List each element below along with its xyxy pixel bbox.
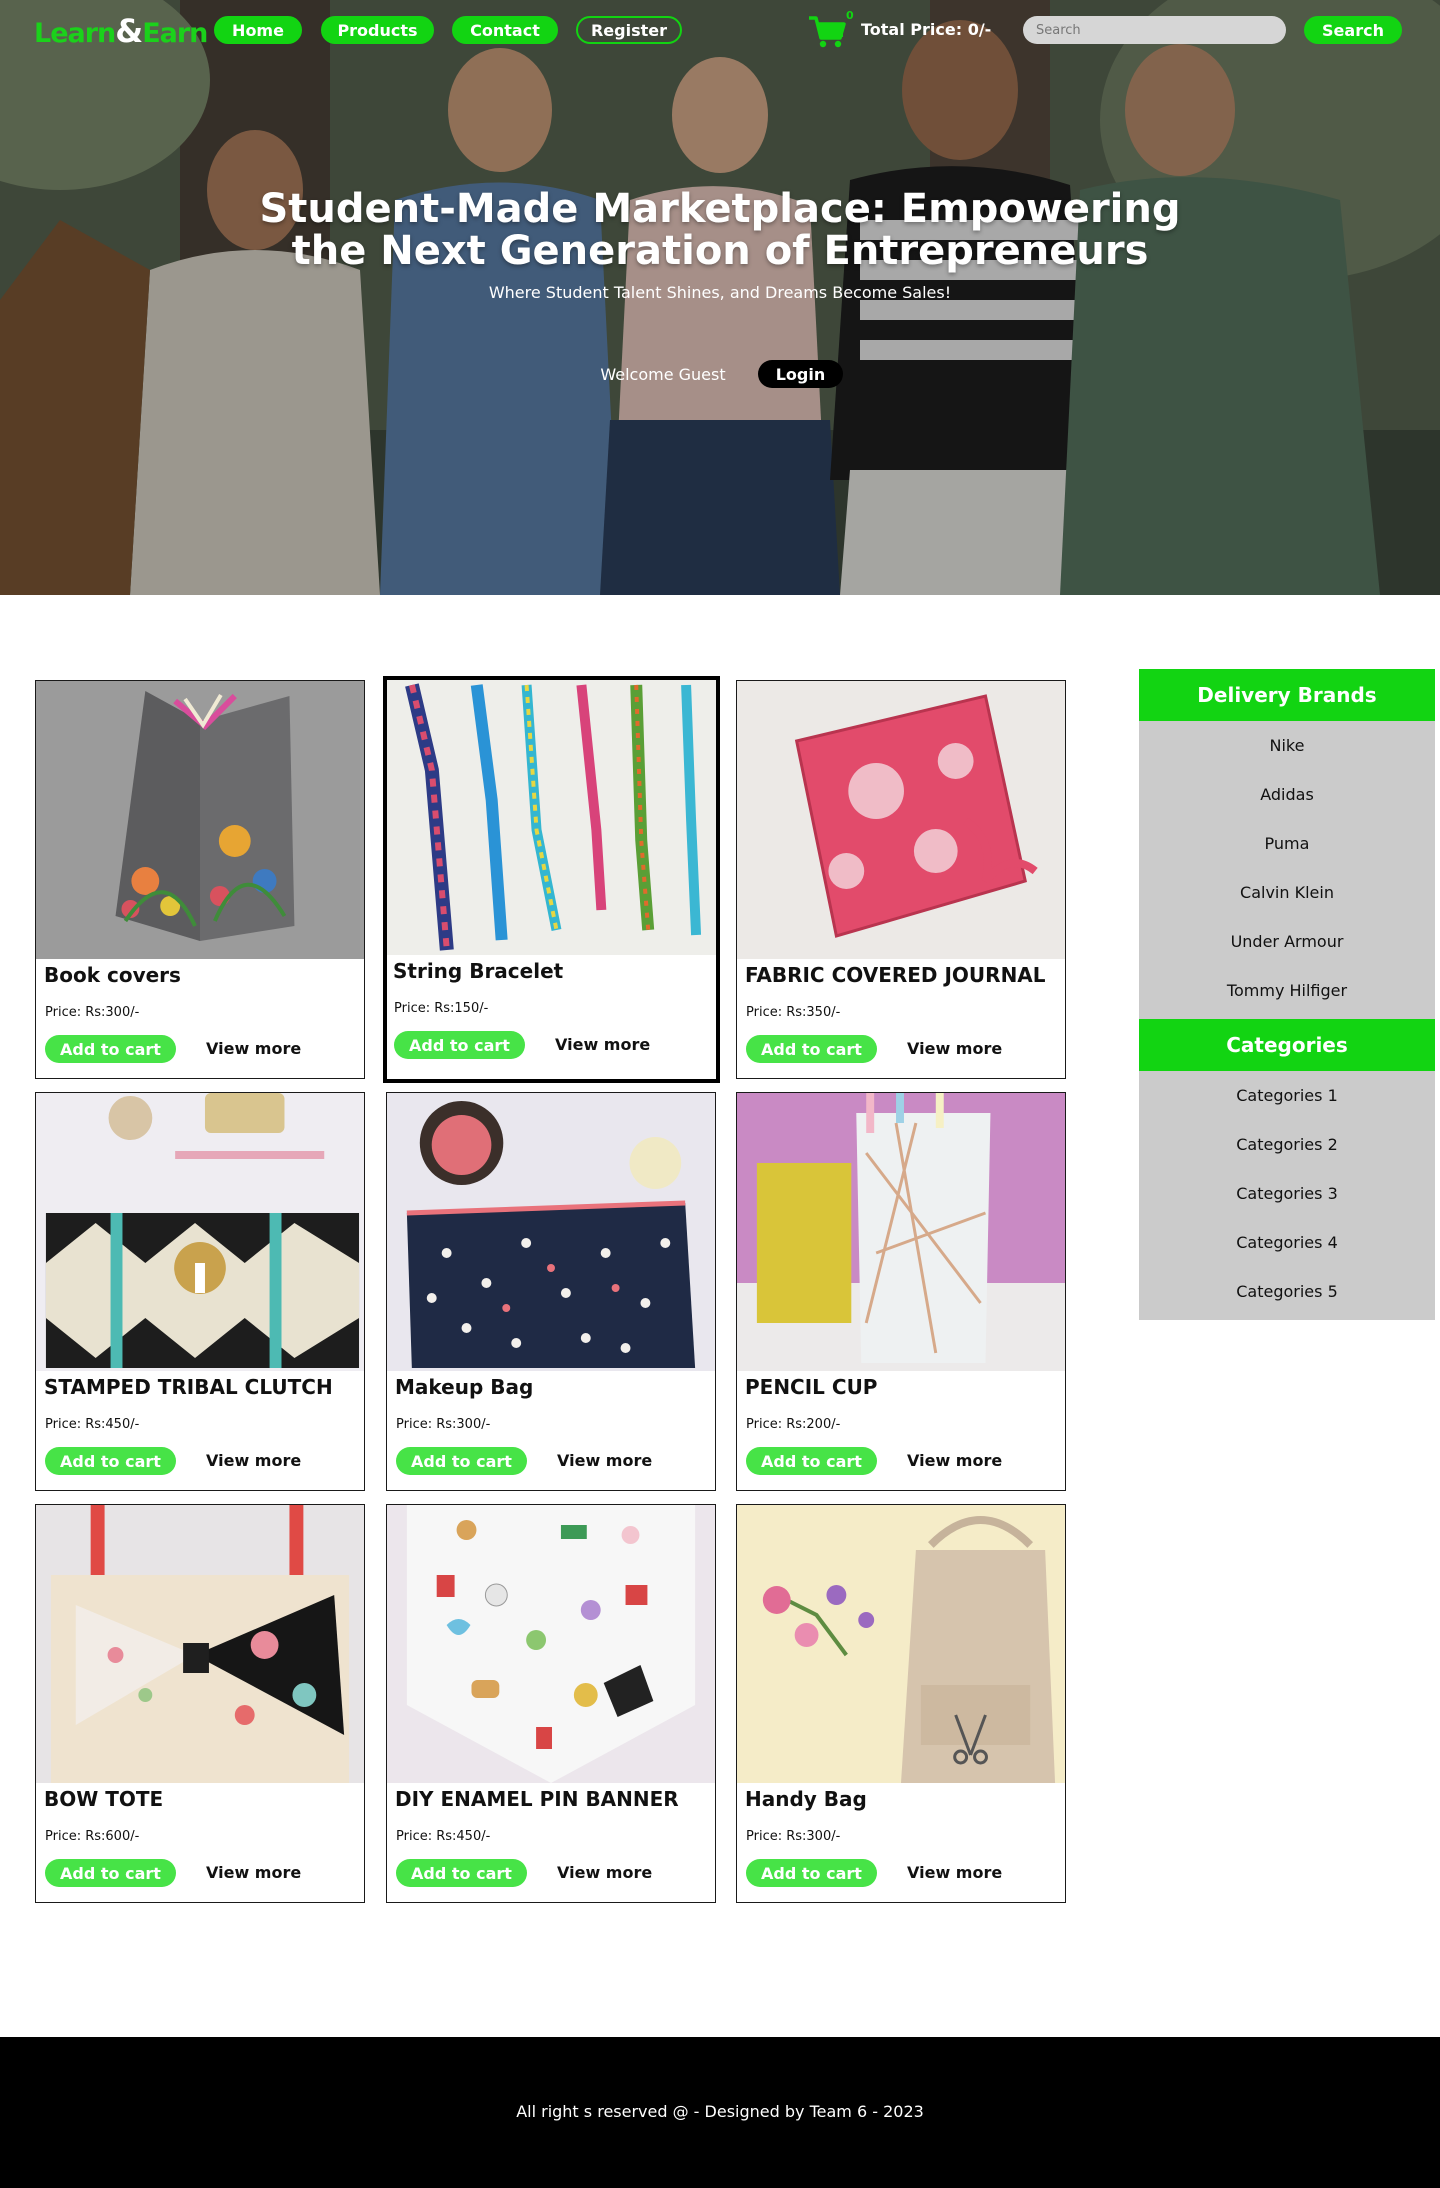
view-more-link[interactable]: View more: [206, 1451, 301, 1470]
product-name: STAMPED TRIBAL CLUTCH: [44, 1375, 333, 1399]
brand-item[interactable]: Adidas: [1139, 770, 1435, 819]
product-price: Price: Rs:450/-: [45, 1417, 140, 1432]
view-more-link[interactable]: View more: [907, 1451, 1002, 1470]
delivery-brands-list: Nike Adidas Puma Calvin Klein Under Armo…: [1139, 721, 1435, 1019]
product-image-book-covers[interactable]: [36, 681, 364, 959]
login-button[interactable]: Login: [758, 360, 843, 388]
product-card[interactable]: BOW TOTE Price: Rs:600/- Add to cart Vie…: [35, 1504, 365, 1903]
hero-headline: Student-Made Marketplace: Empowering the…: [259, 186, 1181, 274]
product-image-makeup-bag[interactable]: [387, 1093, 715, 1371]
categories-list: Categories 1 Categories 2 Categories 3 C…: [1139, 1071, 1435, 1320]
product-image-fabric-journal[interactable]: [737, 681, 1065, 959]
nav-register-button[interactable]: Register: [576, 16, 682, 44]
product-image-bow-tote[interactable]: [36, 1505, 364, 1783]
product-price: Price: Rs:450/-: [396, 1829, 491, 1844]
categories-heading: Categories: [1139, 1019, 1435, 1071]
footer-copyright: All right s reserved @ - Designed by Tea…: [516, 2102, 924, 2121]
product-image-enamel-pin-banner[interactable]: [387, 1505, 715, 1783]
product-name: Handy Bag: [745, 1787, 867, 1811]
product-price: Price: Rs:150/-: [394, 1001, 489, 1016]
product-name: Book covers: [44, 963, 181, 987]
category-item[interactable]: Categories 4: [1139, 1218, 1435, 1267]
product-image-handy-bag[interactable]: [737, 1505, 1065, 1783]
product-image-pencil-cup[interactable]: [737, 1093, 1065, 1371]
product-name: FABRIC COVERED JOURNAL: [745, 963, 1046, 987]
add-to-cart-button[interactable]: Add to cart: [746, 1859, 877, 1887]
product-name: BOW TOTE: [44, 1787, 164, 1811]
add-to-cart-button[interactable]: Add to cart: [396, 1859, 527, 1887]
hero-tagline: Where Student Talent Shines, and Dreams …: [488, 283, 952, 302]
search-button[interactable]: Search: [1304, 16, 1402, 44]
product-price: Price: Rs:350/-: [746, 1005, 841, 1020]
product-card[interactable]: DIY ENAMEL PIN BANNER Price: Rs:450/- Ad…: [386, 1504, 716, 1903]
product-price: Price: Rs:300/-: [396, 1417, 491, 1432]
category-item[interactable]: Categories 1: [1139, 1071, 1435, 1120]
add-to-cart-button[interactable]: Add to cart: [746, 1447, 877, 1475]
product-price: Price: Rs:300/-: [746, 1829, 841, 1844]
view-more-link[interactable]: View more: [206, 1863, 301, 1882]
product-card[interactable]: PENCIL CUP Price: Rs:200/- Add to cart V…: [736, 1092, 1066, 1491]
product-card[interactable]: Makeup Bag Price: Rs:300/- Add to cart V…: [386, 1092, 716, 1491]
add-to-cart-button[interactable]: Add to cart: [394, 1031, 525, 1059]
product-price: Price: Rs:200/-: [746, 1417, 841, 1432]
brand-item[interactable]: Puma: [1139, 819, 1435, 868]
product-card[interactable]: FABRIC COVERED JOURNAL Price: Rs:350/- A…: [736, 680, 1066, 1079]
view-more-link[interactable]: View more: [555, 1035, 650, 1054]
add-to-cart-button[interactable]: Add to cart: [45, 1859, 176, 1887]
add-to-cart-button[interactable]: Add to cart: [396, 1447, 527, 1475]
view-more-link[interactable]: View more: [206, 1039, 301, 1058]
cart-icon[interactable]: [807, 14, 847, 50]
add-to-cart-button[interactable]: Add to cart: [45, 1447, 176, 1475]
cart-count-badge: 0: [846, 9, 854, 22]
total-price: Total Price: 0/-: [861, 20, 992, 39]
add-to-cart-button[interactable]: Add to cart: [746, 1035, 877, 1063]
delivery-brands-heading: Delivery Brands: [1139, 669, 1435, 721]
product-name: PENCIL CUP: [745, 1375, 878, 1399]
category-item[interactable]: Categories 2: [1139, 1120, 1435, 1169]
view-more-link[interactable]: View more: [907, 1039, 1002, 1058]
add-to-cart-button[interactable]: Add to cart: [45, 1035, 176, 1063]
product-name: String Bracelet: [393, 959, 564, 983]
category-item[interactable]: Categories 3: [1139, 1169, 1435, 1218]
brand-logo[interactable]: Learn&Earn: [34, 12, 208, 50]
welcome-text: Welcome Guest: [600, 365, 726, 384]
product-price: Price: Rs:300/-: [45, 1005, 140, 1020]
product-name: Makeup Bag: [395, 1375, 534, 1399]
product-image-tribal-clutch[interactable]: [36, 1093, 364, 1371]
product-name: DIY ENAMEL PIN BANNER: [395, 1787, 679, 1811]
product-card[interactable]: String Bracelet Price: Rs:150/- Add to c…: [383, 676, 720, 1083]
product-card[interactable]: STAMPED TRIBAL CLUTCH Price: Rs:450/- Ad…: [35, 1092, 365, 1491]
product-price: Price: Rs:600/-: [45, 1829, 140, 1844]
nav-products-button[interactable]: Products: [321, 16, 434, 44]
brand-item[interactable]: Tommy Hilfiger: [1139, 966, 1435, 1015]
category-item[interactable]: Categories 5: [1139, 1267, 1435, 1316]
product-card[interactable]: Book covers Price: Rs:300/- Add to cart …: [35, 680, 365, 1079]
brand-item[interactable]: Under Armour: [1139, 917, 1435, 966]
brand-item[interactable]: Nike: [1139, 721, 1435, 770]
view-more-link[interactable]: View more: [557, 1863, 652, 1882]
view-more-link[interactable]: View more: [907, 1863, 1002, 1882]
nav-contact-button[interactable]: Contact: [452, 16, 558, 44]
brand-item[interactable]: Calvin Klein: [1139, 868, 1435, 917]
view-more-link[interactable]: View more: [557, 1451, 652, 1470]
search-input[interactable]: [1023, 16, 1286, 44]
product-card[interactable]: Handy Bag Price: Rs:300/- Add to cart Vi…: [736, 1504, 1066, 1903]
product-image-string-bracelet[interactable]: [387, 680, 716, 955]
nav-home-button[interactable]: Home: [214, 16, 302, 44]
